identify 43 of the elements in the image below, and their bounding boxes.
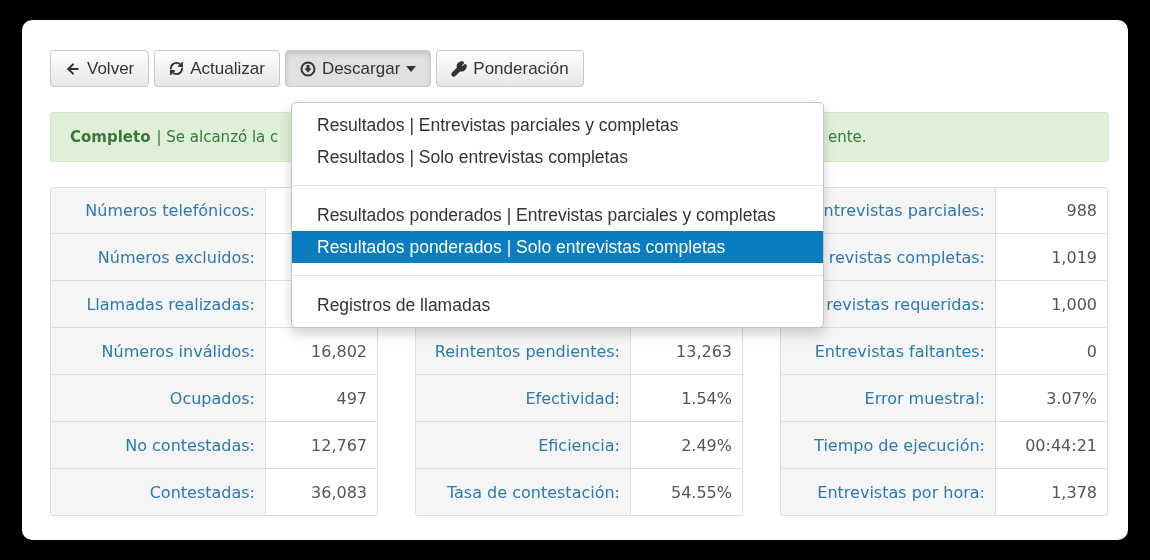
label-cell: Efectividad:	[416, 375, 631, 421]
label-cell: Llamadas realizadas:	[51, 281, 266, 327]
alert-text: ente.	[828, 128, 867, 146]
value-cell-text: 1,019	[1050, 246, 1098, 269]
value-cell-text: 988	[1065, 200, 1098, 222]
label-cell: Ocupados:	[51, 375, 266, 421]
label-cell: Números excluidos:	[51, 234, 266, 280]
menu-item[interactable]: Resultados | Entrevistas parciales y completas	[292, 109, 823, 141]
value-cell-text: 0	[1085, 340, 1098, 363]
value-cell-text: 00:44:21	[1024, 434, 1098, 457]
label-cell: Entrevistas faltantes:	[781, 328, 996, 374]
refresh-button[interactable]: Actualizar	[154, 50, 280, 87]
label-cell: No contestadas:	[51, 422, 266, 468]
value-cell-text: 54.55%	[670, 481, 733, 504]
menu-item[interactable]: Resultados | Solo entrevistas completas	[292, 141, 823, 173]
label-cell: Reintentos pendientes:	[416, 328, 631, 374]
label-cell: Tiempo de ejecución:	[781, 422, 996, 468]
wrench-icon	[451, 60, 468, 77]
back-button[interactable]: Volver	[50, 50, 150, 87]
label-cell: Contestadas:	[51, 469, 266, 515]
alert-title: Completo	[70, 128, 151, 146]
value-cell-text: 13,263	[675, 340, 733, 363]
value-cell-text: 1,000	[1050, 293, 1098, 316]
label-cell: Eficiencia:	[416, 422, 631, 468]
value-cell-text: 497	[335, 387, 368, 410]
menu-item[interactable]: Resultados ponderados | Solo entrevistas completas	[292, 231, 823, 263]
value-cell-text: 12,767	[310, 434, 368, 457]
download-button[interactable]: Descargar	[284, 50, 432, 87]
value-cell-text: 36,083	[310, 481, 368, 504]
value-cell-text: 16,802	[310, 340, 368, 363]
value-cell-text: 3.07%	[1045, 387, 1098, 410]
value-cell-text: 1.54%	[680, 387, 733, 410]
value-cell-text: 2.49%	[680, 434, 733, 457]
label-cell: Números telefónicos:	[51, 188, 266, 233]
label-cell: Error muestral:	[781, 375, 996, 421]
alert-text: | Se alcanzó la c	[156, 128, 279, 146]
label-cell: Entrevistas por hora:	[781, 469, 996, 515]
refresh-icon	[169, 61, 185, 76]
label-cell: Tasa de contestación:	[416, 469, 631, 515]
weight-button[interactable]: Ponderación	[436, 50, 584, 87]
download-icon	[299, 60, 316, 77]
value-cell-text: 1,378	[1050, 481, 1098, 504]
label-cell: Números inválidos:	[51, 328, 266, 374]
